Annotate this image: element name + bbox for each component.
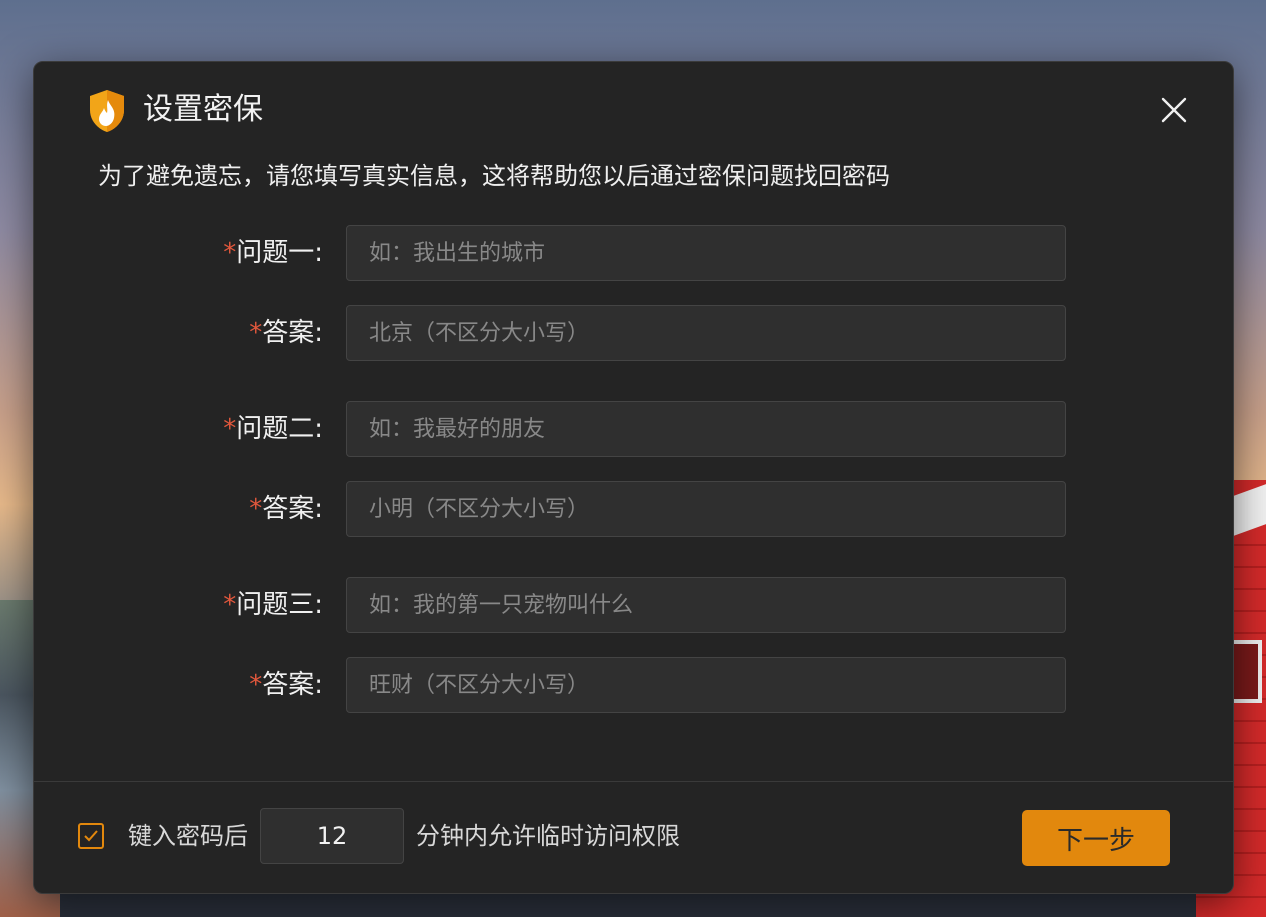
answer-label-text: 答案: [262, 318, 323, 348]
answer-input-2[interactable] [346, 481, 1066, 537]
question-row-1: *问题一: [34, 225, 1235, 281]
question-row-3: *问题三: [34, 577, 1235, 633]
temp-access-checkbox[interactable] [78, 823, 104, 849]
answer-label-1: *答案: [249, 313, 323, 353]
required-mark: * [223, 414, 237, 444]
answer-row-3: *答案: [34, 657, 1235, 713]
footer-text-after: 分钟内允许临时访问权限 [416, 822, 680, 850]
answer-input-1[interactable] [346, 305, 1066, 361]
required-mark: * [249, 670, 263, 700]
required-mark: * [223, 238, 237, 268]
question-input-1[interactable] [346, 225, 1066, 281]
required-mark: * [249, 494, 263, 524]
footer-divider [34, 781, 1233, 782]
question-label-3: *问题三: [223, 585, 323, 625]
answer-label-text: 答案: [262, 670, 323, 700]
question-input-2[interactable] [346, 401, 1066, 457]
question-label-2: *问题二: [223, 409, 323, 449]
question-label-text: 问题三: [236, 590, 323, 620]
flame-shield-icon [90, 90, 124, 132]
next-step-button[interactable]: 下一步 [1022, 810, 1170, 866]
minutes-input[interactable] [260, 808, 404, 864]
answer-input-3[interactable] [346, 657, 1066, 713]
dialog-title: 设置密保 [143, 92, 263, 127]
answer-label-3: *答案: [249, 665, 323, 705]
question-label-text: 问题一: [236, 238, 323, 268]
answer-row-2: *答案: [34, 481, 1235, 537]
answer-row-1: *答案: [34, 305, 1235, 361]
answer-label-2: *答案: [249, 489, 323, 529]
question-input-3[interactable] [346, 577, 1066, 633]
security-question-dialog: 设置密保 为了避免遗忘，请您填写真实信息，这将帮助您以后通过密保问题找回密码 *… [33, 61, 1234, 894]
required-mark: * [223, 590, 237, 620]
required-mark: * [249, 318, 263, 348]
question-row-2: *问题二: [34, 401, 1235, 457]
footer-text-before: 键入密码后 [128, 822, 248, 850]
close-icon[interactable] [1156, 92, 1192, 128]
checkmark-icon [84, 830, 98, 842]
dialog-subtitle: 为了避免遗忘，请您填写真实信息，这将帮助您以后通过密保问题找回密码 [98, 162, 890, 190]
question-label-text: 问题二: [236, 414, 323, 444]
answer-label-text: 答案: [262, 494, 323, 524]
question-label-1: *问题一: [223, 233, 323, 273]
